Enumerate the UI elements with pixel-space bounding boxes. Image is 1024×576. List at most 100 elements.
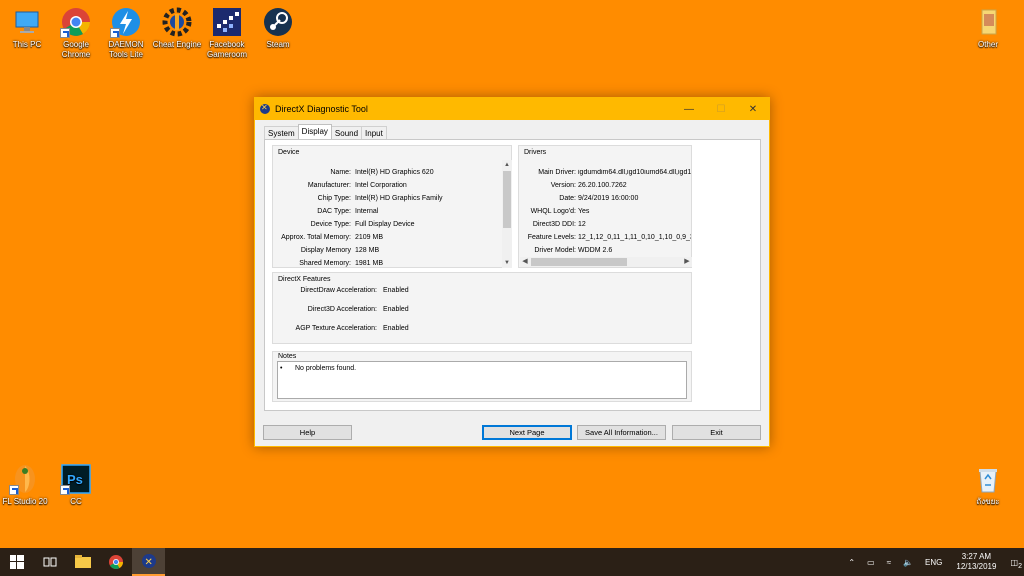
device-value: Internal xyxy=(355,208,379,215)
folder-icon xyxy=(972,6,1004,38)
desktop-icon-label: Cheat Engine xyxy=(152,40,202,49)
taskbar-file-explorer[interactable] xyxy=(66,548,99,576)
device-key: Chip Type: xyxy=(317,195,351,202)
desktop-icon-chrome[interactable]: Google Chrome xyxy=(49,6,103,60)
desktop-icon-this-pc[interactable]: This PC xyxy=(0,6,54,50)
notification-count: 2 xyxy=(1018,562,1022,570)
driver-key: Main Driver: xyxy=(538,169,576,176)
language-indicator[interactable]: ENG xyxy=(919,558,948,567)
desktop-icon-other[interactable]: Other xyxy=(961,6,1015,50)
driver-key: Driver Model: xyxy=(534,247,576,254)
steam-icon xyxy=(262,6,294,38)
windows-icon xyxy=(9,555,24,569)
feature-key: AGP Texture Acceleration: xyxy=(295,325,377,332)
scrollbar-thumb[interactable] xyxy=(531,258,627,266)
drivers-group-label: Drivers xyxy=(524,149,547,156)
task-view-icon xyxy=(43,557,56,567)
battery-icon[interactable]: ▭ xyxy=(861,558,881,567)
desktop-icon-cheat-engine[interactable]: Cheat Engine xyxy=(150,6,204,50)
exit-button[interactable]: Exit xyxy=(672,425,761,440)
wifi-icon[interactable]: ≈ xyxy=(881,558,897,567)
notes-textbox[interactable]: • No problems found. xyxy=(277,361,687,399)
notes-group: Notes • No problems found. xyxy=(272,351,692,402)
driver-key: Version: xyxy=(550,182,576,189)
taskbar-dxdiag[interactable]: ✕ xyxy=(132,548,165,576)
driver-value: WDDM 2.6 xyxy=(578,247,613,254)
desktop-icon-recycle-bin[interactable]: ถังขยะ xyxy=(961,463,1015,507)
cheat-engine-icon xyxy=(161,6,193,38)
svg-text:✕: ✕ xyxy=(144,557,152,568)
driver-value: 26.20.100.7262 xyxy=(578,182,627,189)
desktop-icon-label: CC xyxy=(70,497,82,506)
driver-key: Direct3D DDI: xyxy=(532,221,576,228)
device-group-label: Device xyxy=(278,149,300,156)
desktop-icon-gameroom[interactable]: Facebook Gameroom xyxy=(200,6,254,60)
notes-group-label: Notes xyxy=(278,353,297,360)
gameroom-icon xyxy=(211,6,243,38)
device-key: DAC Type: xyxy=(317,208,351,215)
photoshop-icon: Ps xyxy=(60,463,92,495)
chevron-up-icon[interactable]: ⌃ xyxy=(842,558,861,567)
driver-key: Date: xyxy=(559,195,576,202)
scroll-right-icon[interactable]: ▶ xyxy=(682,257,692,267)
clock[interactable]: 3:27 AM 12/13/2019 xyxy=(948,552,1004,572)
desktop-icon-label: Google Chrome xyxy=(61,40,91,59)
feature-value: Enabled xyxy=(383,306,409,313)
drivers-group: Drivers Main Driver: igdumdim64.dll,igd1… xyxy=(518,145,692,268)
directx-features-group: DirectX Features DirectDraw Acceleration… xyxy=(272,272,692,344)
device-value: 2109 MB xyxy=(355,234,384,241)
feature-key: DirectDraw Acceleration: xyxy=(300,287,377,294)
start-button[interactable] xyxy=(0,548,33,576)
feature-key: Direct3D Acceleration: xyxy=(307,306,377,313)
scroll-up-icon[interactable]: ▲ xyxy=(502,160,512,170)
features-group-label: DirectX Features xyxy=(278,276,331,283)
scroll-left-icon[interactable]: ◀ xyxy=(520,257,530,267)
tab-input[interactable]: Input xyxy=(361,126,387,139)
device-value: 1981 MB xyxy=(355,260,384,267)
desktop-icon-label: Facebook Gameroom xyxy=(206,40,247,59)
driver-key: Feature Levels: xyxy=(527,234,576,241)
device-key: Manufacturer: xyxy=(307,182,351,189)
dxdiag-icon: ✕ xyxy=(141,554,156,568)
tab-strip: System Display Sound Input xyxy=(264,124,387,139)
minimize-button[interactable]: — xyxy=(673,98,705,120)
task-view-button[interactable] xyxy=(33,548,66,576)
tab-sound[interactable]: Sound xyxy=(330,126,363,139)
save-all-information-button[interactable]: Save All Information... xyxy=(577,425,666,440)
dxdiag-icon xyxy=(260,103,270,114)
desktop-icon-label: FL Studio 20 xyxy=(2,497,48,506)
computer-icon xyxy=(11,6,43,38)
desktop-icon-fl-studio[interactable]: FL Studio 20 xyxy=(0,463,52,507)
clock-time: 3:27 AM xyxy=(961,552,992,561)
desktop-icon-label: This PC xyxy=(12,40,42,49)
window-titlebar[interactable]: DirectX Diagnostic Tool — ☐ ✕ xyxy=(255,98,769,120)
scroll-down-icon[interactable]: ▼ xyxy=(502,258,512,268)
tab-display[interactable]: Display xyxy=(297,124,332,139)
device-scrollbar[interactable]: ▲ ▼ xyxy=(502,160,512,268)
next-page-button[interactable]: Next Page xyxy=(482,425,572,440)
folder-icon xyxy=(74,555,91,568)
close-button[interactable]: ✕ xyxy=(737,98,769,120)
desktop-icon-photoshop[interactable]: Ps CC xyxy=(49,463,103,507)
display-tab-panel: Device Name: Intel(R) HD Graphics 620 Ma… xyxy=(264,139,761,411)
device-value: Intel Corporation xyxy=(355,182,407,189)
scrollbar-thumb[interactable] xyxy=(503,171,511,228)
tab-system[interactable]: System xyxy=(264,126,299,139)
taskbar-chrome[interactable] xyxy=(99,548,132,576)
driver-value: 12 xyxy=(578,221,586,228)
help-button[interactable]: Help xyxy=(263,425,352,440)
desktop-icon-label: Steam xyxy=(266,40,290,49)
desktop-icon-steam[interactable]: Steam xyxy=(251,6,305,50)
device-value: 128 MB xyxy=(355,247,380,254)
driver-key: WHQL Logo'd: xyxy=(530,208,576,215)
device-group: Device Name: Intel(R) HD Graphics 620 Ma… xyxy=(272,145,512,268)
device-key: Device Type: xyxy=(310,221,351,228)
action-center-button[interactable]: ◫ 2 xyxy=(1004,558,1024,570)
device-key: Approx. Total Memory: xyxy=(281,234,351,241)
volume-icon[interactable]: 🔈 xyxy=(897,558,919,567)
desktop-icon-daemon-tools[interactable]: DAEMON Tools Lite xyxy=(99,6,153,60)
desktop-icon-label: Other xyxy=(977,40,998,49)
drivers-h-scrollbar[interactable]: ◀ ▶ xyxy=(520,257,692,267)
daemon-tools-icon xyxy=(110,6,142,38)
device-value: Intel(R) HD Graphics 620 xyxy=(355,169,434,176)
